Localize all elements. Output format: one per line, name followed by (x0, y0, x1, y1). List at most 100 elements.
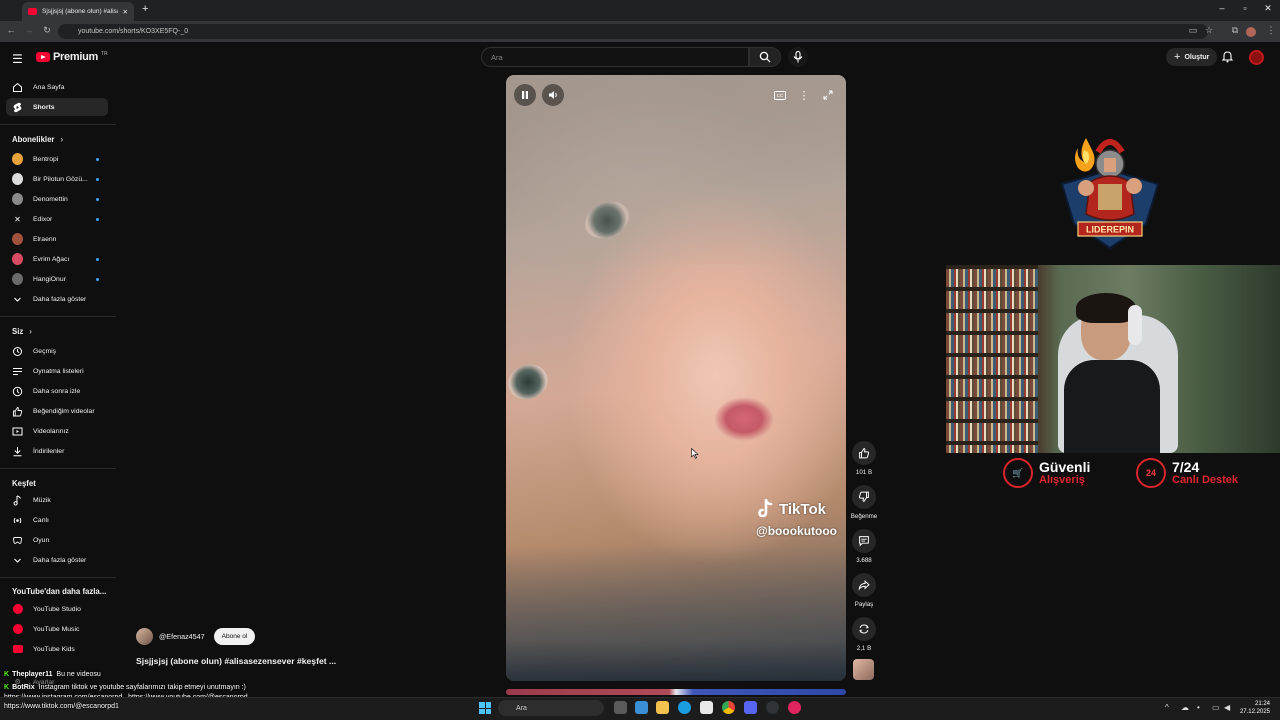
sidebar-item-label: Videolarınız (33, 427, 69, 435)
explore-show-more[interactable]: Daha fazla göster (6, 551, 108, 569)
tray-chevron-icon[interactable]: ^ (1165, 703, 1169, 712)
browser-tab[interactable]: Sjsjjsjsj (abone olun) #alisa ✕ (22, 2, 134, 21)
share-button[interactable]: Paylaş (851, 573, 877, 608)
sidebar-item-playlists[interactable]: Oynatma listeleri (6, 362, 108, 380)
subscriptions-heading[interactable]: Abonelikler › (12, 135, 63, 144)
chrome-icon[interactable] (722, 701, 735, 714)
remix-button[interactable]: 2,1 B (851, 617, 877, 652)
mic-tray-icon[interactable]: • (1197, 703, 1200, 712)
sidebar-item-youtube-music[interactable]: YouTube Music (6, 620, 108, 638)
sidebar-item-subscription[interactable]: Bentropi (6, 150, 108, 168)
subscribe-button[interactable]: Abone ol (213, 628, 256, 645)
notifications-button[interactable] (1221, 50, 1234, 68)
sidebar-item-shorts[interactable]: Shorts (6, 98, 108, 116)
sidebar-item-home[interactable]: Ana Sayfa (6, 78, 108, 96)
sidebar-item-subscription[interactable]: ✕ Edixor (6, 210, 108, 228)
sidebar-item-watch-later[interactable]: Daha sonra izle (6, 382, 108, 400)
maximize-button[interactable]: ▫ (1235, 3, 1255, 13)
channel-avatar (12, 253, 23, 265)
sidebar-item-subscription[interactable]: Evrim Ağacı (6, 250, 108, 268)
taskbar-search[interactable]: Ara (498, 700, 604, 716)
sidebar-item-history[interactable]: Geçmiş (6, 342, 108, 360)
reload-button[interactable]: ↻ (40, 25, 54, 36)
captions-button[interactable]: CC (771, 86, 789, 104)
browser-menu-icon[interactable]: ⋮ (1264, 25, 1278, 36)
close-window-button[interactable]: ✕ (1258, 3, 1278, 14)
you-heading[interactable]: Siz › (12, 327, 32, 336)
sidebar-item-live[interactable]: Canlı (6, 511, 108, 529)
pause-button[interactable] (514, 84, 536, 106)
menu-hamburger-icon[interactable]: ☰ (12, 52, 23, 66)
like-button[interactable]: 101 B (851, 441, 877, 476)
channel-avatar[interactable] (136, 628, 153, 645)
obs-icon[interactable] (766, 701, 779, 714)
sidebar-item-label: Oynatma listeleri (33, 367, 84, 375)
gaming-icon (12, 535, 23, 546)
store-icon[interactable] (700, 701, 713, 714)
sidebar-item-downloads[interactable]: İndirilenler (6, 442, 108, 460)
search-input[interactable]: Ara (481, 47, 749, 67)
bookmark-star-icon[interactable]: ☆ (1202, 25, 1216, 36)
fullscreen-button[interactable] (819, 86, 837, 104)
windows-start-icon[interactable] (479, 702, 491, 714)
sidebar-divider (0, 468, 116, 469)
subscription-label: Edixor (33, 215, 53, 223)
youtube-kids-icon (12, 644, 23, 655)
sidebar-item-subscription[interactable]: Bir Pilotun Gözü... (6, 170, 108, 188)
sidebar-item-youtube-kids[interactable]: YouTube Kids (6, 640, 108, 658)
edge-icon[interactable] (678, 701, 691, 714)
video-title[interactable]: Sjsjjsjsj (abone olun) #alisasezensever … (136, 656, 336, 666)
sidebar-item-subscription[interactable]: Denomettin (6, 190, 108, 208)
account-avatar[interactable] (1249, 50, 1264, 65)
youtube-premium-logo[interactable]: Premium TR (36, 51, 108, 63)
wifi-icon[interactable]: ▭ (1212, 703, 1220, 712)
like-icon (859, 448, 870, 459)
widgets-icon[interactable] (635, 701, 648, 714)
sidebar-item-subscription[interactable]: Elraenn (6, 230, 108, 248)
tab-close-icon[interactable]: ✕ (123, 8, 128, 16)
discord-icon[interactable] (744, 701, 757, 714)
video-progress-bar[interactable] (506, 689, 846, 695)
task-view-icon[interactable] (614, 701, 627, 714)
chevron-down-icon (12, 294, 23, 305)
new-tab-button[interactable]: + (142, 3, 148, 15)
cast-icon[interactable]: ▭ (1186, 25, 1200, 36)
forward-button[interactable]: → (22, 25, 36, 35)
sidebar-item-gaming[interactable]: Oyun (6, 531, 108, 549)
sidebar-item-music[interactable]: Müzik (6, 491, 108, 509)
network-icon[interactable]: ☁ (1181, 703, 1189, 712)
create-button[interactable]: + Oluştur (1166, 48, 1218, 66)
profile-avatar[interactable] (1246, 27, 1256, 37)
volume-button[interactable] (542, 84, 564, 106)
file-explorer-icon[interactable] (656, 701, 669, 714)
bookshelf (946, 265, 1038, 453)
svg-text:CC: CC (777, 93, 784, 98)
sidebar-item-subscription[interactable]: HangiOnur (6, 270, 108, 288)
back-button[interactable]: ← (4, 25, 18, 35)
speaker-icon[interactable]: ◀ (1224, 703, 1230, 712)
logo-region-text: TR (100, 51, 108, 57)
channel-avatar (12, 233, 23, 245)
dislike-button[interactable]: Beğenme (851, 485, 877, 520)
tab-title: Sjsjjsjsj (abone olun) #alisa (42, 8, 118, 15)
minimize-button[interactable]: – (1212, 3, 1232, 13)
extensions-icon[interactable]: ⧉ (1228, 25, 1242, 36)
sidebar-item-your-videos[interactable]: Videolarınız (6, 422, 108, 440)
chat-message: K BotRix Instagram tiktok ve youtube sayf… (4, 684, 246, 691)
app-icon[interactable] (788, 701, 801, 714)
sidebar-item-youtube-studio[interactable]: YouTube Studio (6, 600, 108, 618)
subscriptions-show-more[interactable]: Daha fazla göster (6, 290, 108, 308)
search-button[interactable] (749, 47, 781, 67)
sidebar-item-label: Canlı (33, 516, 49, 524)
sidebar-divider (0, 577, 116, 578)
shorts-video-player[interactable]: CC ⋮ TikTok @boookutooo (506, 75, 846, 681)
sidebar-item-liked-videos[interactable]: Beğendiğim videolar (6, 402, 108, 420)
taskbar-clock[interactable]: 21:24 27.12.2025 (1236, 700, 1270, 716)
logo-brand-text: Premium (53, 51, 98, 63)
more-options-button[interactable]: ⋮ (795, 86, 813, 104)
sound-thumbnail[interactable] (853, 659, 874, 680)
voice-search-button[interactable] (788, 47, 808, 67)
url-field[interactable]: youtube.com/shorts/KO3XE5FQ-_0 (58, 24, 1208, 39)
comments-button[interactable]: 3.688 (851, 529, 877, 564)
channel-name[interactable]: @Efenaz4547 (159, 632, 205, 641)
